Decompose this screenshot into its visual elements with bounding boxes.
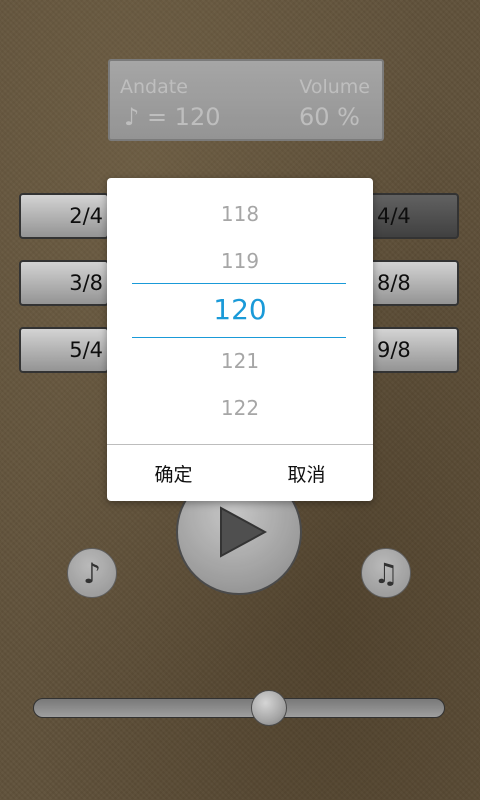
- picker-selection-bottom-line: [132, 337, 346, 338]
- picker-value[interactable]: 118: [107, 202, 373, 226]
- cancel-button[interactable]: 取消: [240, 445, 373, 501]
- picker-selection-top-line: [132, 283, 346, 284]
- tempo-picker-dialog: 118 119 120 121 122 确定 取消: [107, 178, 373, 501]
- picker-selected-value[interactable]: 120: [107, 293, 373, 326]
- picker-value[interactable]: 119: [107, 249, 373, 273]
- confirm-button[interactable]: 确定: [107, 445, 240, 501]
- picker-value[interactable]: 121: [107, 349, 373, 373]
- picker-value[interactable]: 122: [107, 396, 373, 420]
